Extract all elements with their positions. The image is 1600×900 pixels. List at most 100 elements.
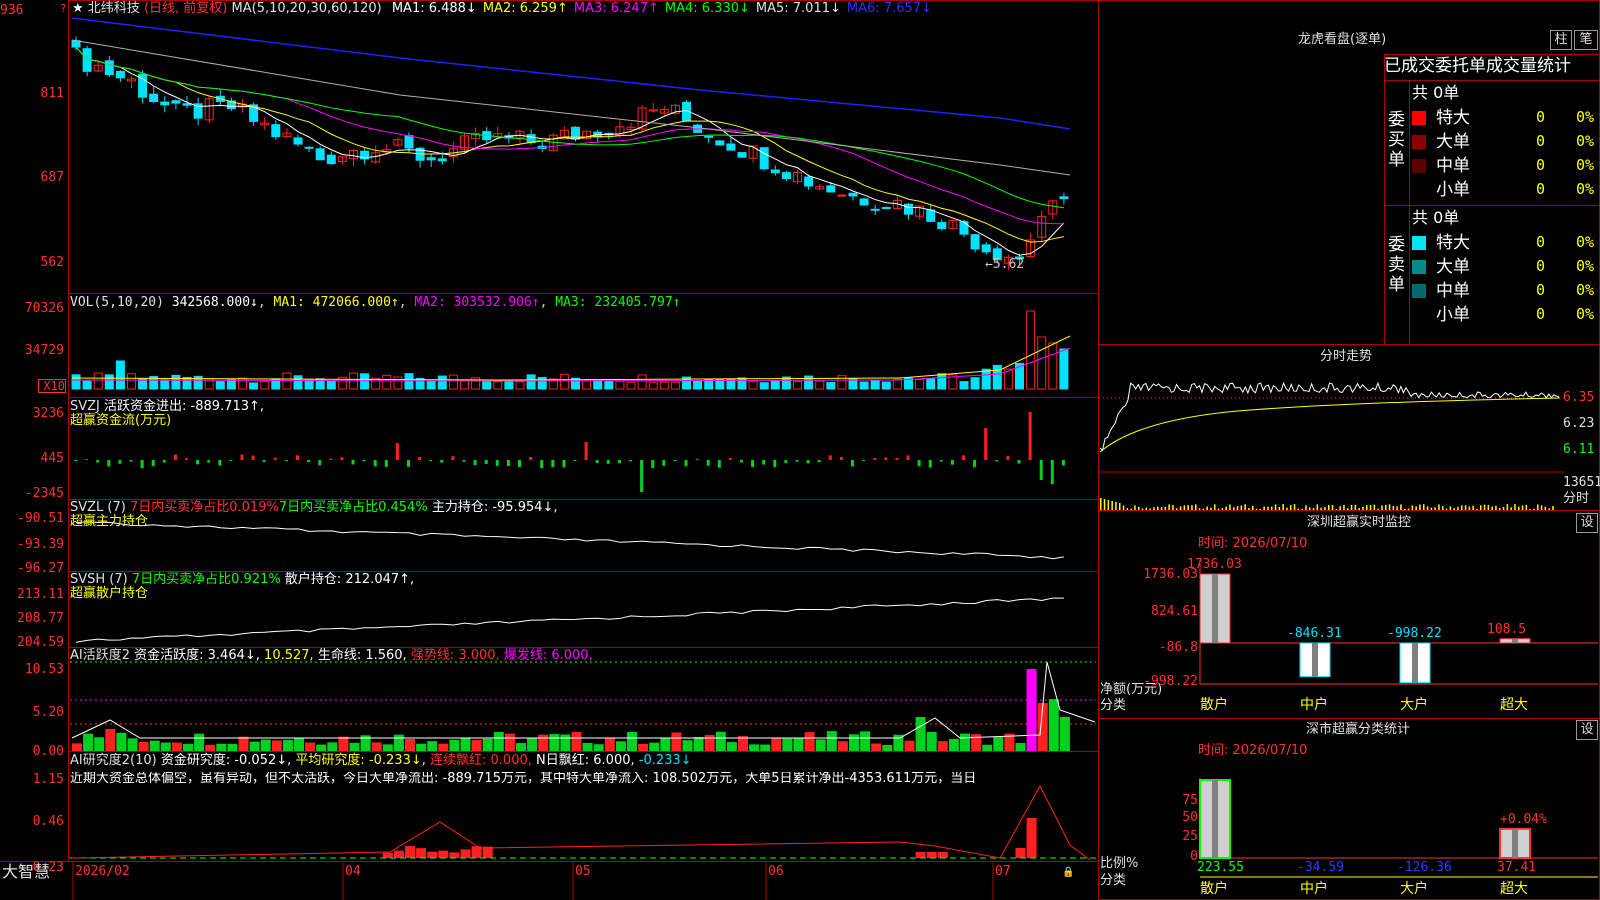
- stats-settings-button[interactable]: 设: [1576, 720, 1598, 740]
- buy-side-char: 委: [1388, 110, 1405, 130]
- monitor-settings-button[interactable]: 设: [1576, 513, 1598, 533]
- flow-bar: [118, 460, 122, 464]
- candle-body: [870, 208, 880, 211]
- flow-bar: [107, 460, 111, 467]
- volume-bar: [249, 382, 259, 390]
- flow-bar: [728, 458, 732, 460]
- volume-bar: [715, 379, 725, 390]
- research-bar: [1015, 848, 1026, 858]
- star-icon[interactable]: ★: [72, 1, 84, 16]
- intraday-volume-bar: [1119, 503, 1121, 510]
- menu-mark-icon[interactable]: ?: [60, 2, 67, 16]
- buy-side-char: 单: [1388, 150, 1405, 170]
- axis-label-price-1: 811: [40, 86, 64, 101]
- intraday-volume-bar: [1521, 505, 1524, 510]
- ma-definition: MA(5,10,20,30,60,120): [231, 1, 382, 16]
- intraday-volume-bar: [1552, 505, 1554, 510]
- flow-bar: [939, 460, 943, 462]
- volume-bar: [915, 378, 925, 390]
- flow-bar: [651, 460, 655, 468]
- buy-row-count-1: 0: [1536, 132, 1546, 150]
- intraday-volume-bar: [1362, 506, 1364, 510]
- activity-bar: [1048, 699, 1059, 751]
- sell-row-name-2: 中单: [1436, 281, 1470, 301]
- monitor-bar-value-0: 1736.03: [1187, 557, 1242, 572]
- intraday-volume-bar: [1453, 508, 1455, 510]
- volume-bar: [937, 373, 947, 390]
- flow-bar: [973, 460, 977, 468]
- activity-bar: [460, 738, 471, 751]
- axis-label-vol-2: X10: [38, 379, 66, 393]
- stats-bar-value-1: -34.59: [1297, 860, 1344, 875]
- intraday-volume-bar: [1445, 508, 1448, 510]
- intraday-volume-bar: [1407, 508, 1410, 510]
- activity-bar: [915, 717, 926, 751]
- sell-row-pct-0: 0%: [1576, 233, 1595, 251]
- volume-bars: [71, 310, 1069, 390]
- activity-bar: [560, 734, 571, 751]
- intraday-volume-bar: [1320, 507, 1322, 510]
- panel-frame-ai2: [68, 751, 1099, 862]
- activity-bar: [771, 738, 782, 751]
- intraday-volume-bar: [1229, 504, 1231, 510]
- intraday-volume-bar: [1468, 506, 1471, 510]
- intraday-volume-bar: [1107, 500, 1110, 510]
- intraday-volume-bar: [1217, 508, 1220, 510]
- activity-bar: [371, 742, 382, 751]
- price-low-marker: ←5.62: [985, 257, 1025, 272]
- volume-bar: [892, 378, 902, 390]
- research-line: [71, 784, 1091, 861]
- volume-bar: [770, 380, 780, 390]
- intraday-volume-bar: [1438, 504, 1440, 510]
- sell-row-pct-3: 0%: [1576, 305, 1595, 323]
- activity-bar: [171, 742, 182, 751]
- flow-bar: [562, 460, 566, 468]
- intraday-volume-bar: [1339, 506, 1341, 510]
- flow-bar: [751, 460, 755, 468]
- volume-bar: [759, 382, 769, 390]
- lock-icon[interactable]: 🔒: [1062, 866, 1074, 880]
- sell-swatch-1: [1412, 260, 1426, 274]
- svzj-header: SVZJ 活跃资金进出: -889.713↑,: [70, 399, 265, 414]
- flow-bar: [418, 457, 422, 460]
- buy-row-count-3: 0: [1536, 180, 1546, 198]
- intraday-volume-bar: [1434, 507, 1436, 510]
- volume-bar: [326, 380, 336, 390]
- svsh-header: SVSH (7) 7日内买卖净占比0.921% 散户持仓: 212.047↑,: [70, 572, 415, 587]
- flow-bar: [1061, 460, 1065, 466]
- price-axis-label-top: 936: [0, 3, 24, 18]
- flow-bar: [984, 428, 988, 460]
- sell-row-count-3: 0: [1536, 305, 1546, 323]
- flow-bar: [617, 460, 621, 464]
- activity-bar: [127, 738, 138, 751]
- flow-bar: [1050, 460, 1054, 484]
- pen-mode-button[interactable]: 笔: [1574, 30, 1598, 50]
- flow-bar: [407, 460, 410, 467]
- axis-label-svsh-2: 204.59: [17, 635, 64, 650]
- sell-side-char: 委: [1388, 235, 1405, 255]
- intraday-volume-bar: [1271, 506, 1273, 510]
- research-bar: [449, 852, 460, 858]
- intraday-volume-bar: [1502, 507, 1505, 510]
- bar-mode-button[interactable]: 柱: [1550, 30, 1572, 50]
- flow-bar: [395, 443, 399, 460]
- flow-bar: [362, 460, 366, 462]
- period-mode[interactable]: (日线, 前复权): [144, 1, 227, 16]
- intraday-volume-bar: [1415, 506, 1417, 510]
- research-bar: [393, 850, 404, 858]
- volume-bar: [959, 381, 969, 390]
- sell-row-count-1: 0: [1536, 257, 1546, 275]
- axis-label-svsh-1: 208.77: [17, 611, 64, 626]
- volume-bar: [693, 380, 703, 390]
- activity-bar: [960, 733, 970, 751]
- ma-line-4: [75, 46, 1064, 209]
- intraday-volume-bar: [1540, 505, 1543, 510]
- volume-bar: [515, 381, 525, 390]
- intraday-volume-bar: [1400, 504, 1402, 510]
- volume-bar: [815, 380, 825, 390]
- intraday-volume-bar: [1244, 504, 1246, 510]
- stats-bar-3: [1499, 827, 1531, 859]
- flow-bar: [862, 460, 866, 461]
- flow-bar: [307, 460, 311, 463]
- volume-bar: [1037, 336, 1047, 390]
